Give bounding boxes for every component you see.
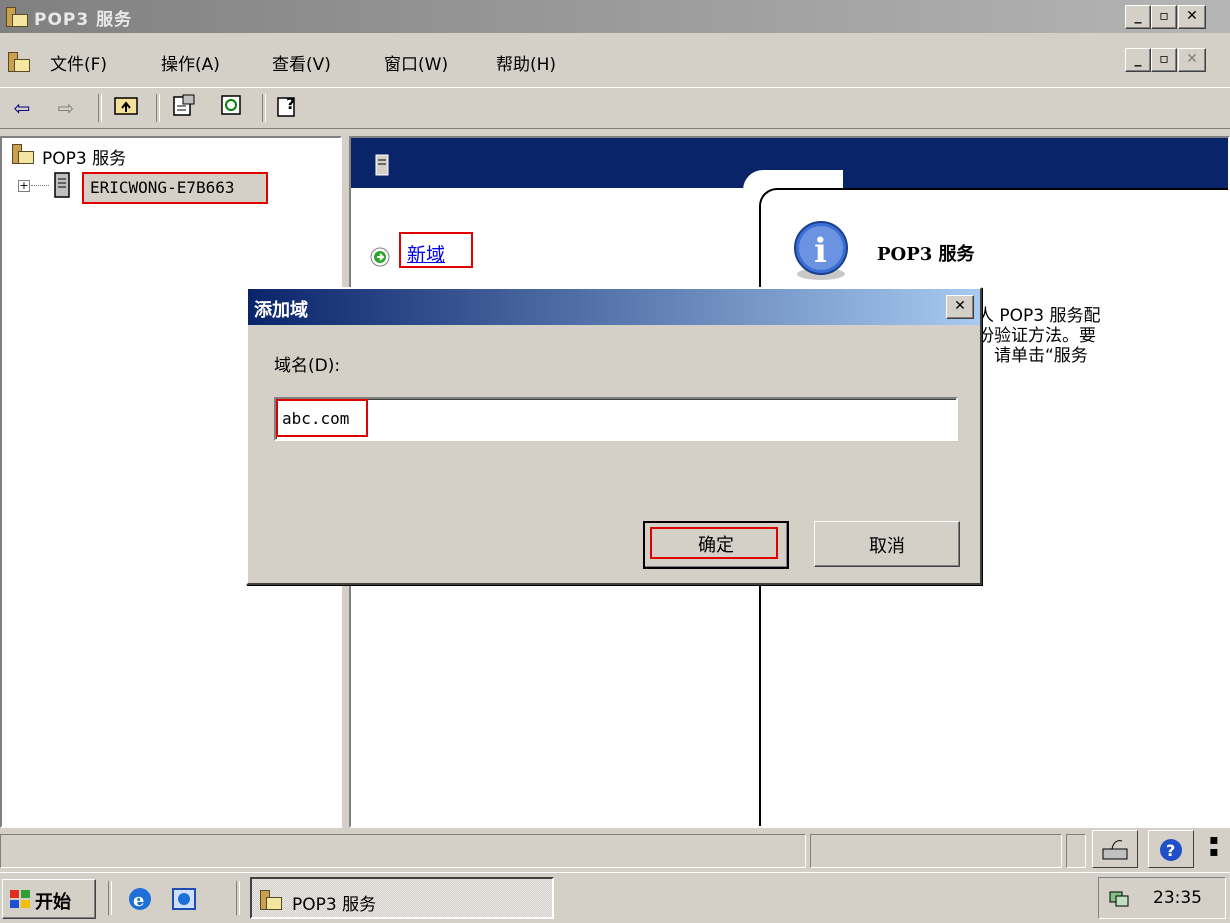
ie-icon[interactable]: e: [126, 885, 154, 913]
show-desktop-icon[interactable]: [170, 885, 198, 913]
cancel-button[interactable]: 取消: [814, 521, 960, 567]
menu-help[interactable]: 帮助(H): [496, 50, 556, 75]
taskbar-pop3-task[interactable]: POP3 服务: [250, 877, 554, 919]
status-panel-2: [810, 834, 1062, 868]
status-panel-1: [0, 834, 806, 868]
menu-bar: 文件(F) 操作(A) 查看(V) 窗口(W) 帮助(H) _ ▫ ✕: [0, 38, 1230, 82]
tray-options-icon[interactable]: ▪ ▪: [1202, 833, 1226, 868]
refresh-icon[interactable]: [217, 94, 245, 122]
svg-text:?: ?: [286, 94, 295, 113]
menu-window[interactable]: 窗口(W): [384, 50, 448, 75]
minimize-button[interactable]: _: [1125, 5, 1151, 29]
info-text: 人 POP3 服务配 份验证方法。要 ，请单击“服务: [977, 306, 1101, 366]
network-tray-icon[interactable]: [1107, 886, 1131, 910]
tree-root-label[interactable]: POP3 服务: [42, 144, 126, 169]
green-arrow-icon: [370, 247, 390, 267]
windows-logo-icon: [10, 890, 30, 908]
tray-keyboard-icon[interactable]: [1092, 830, 1138, 868]
tree-server-item[interactable]: ERICWONG-E7B663: [82, 172, 268, 204]
new-domain-link[interactable]: 新域: [407, 240, 445, 267]
server-icon: [54, 172, 70, 198]
maximize-button[interactable]: ▫: [1151, 5, 1177, 29]
dialog-title-bar[interactable]: 添加域 ✕: [248, 289, 980, 325]
pop3-app-icon: [6, 7, 28, 27]
forward-arrow-icon[interactable]: ⇨: [52, 94, 80, 122]
child-minimize-button[interactable]: _: [1125, 48, 1151, 72]
domain-name-label: 域名(D):: [274, 356, 341, 376]
domain-input-highlight: [276, 399, 368, 437]
status-bar: ? ▪ ▪: [0, 830, 1230, 870]
server-header-icon: [375, 154, 389, 176]
ok-button[interactable]: 确定: [643, 521, 789, 569]
info-icon: i: [794, 221, 848, 280]
up-folder-icon[interactable]: [112, 94, 140, 122]
info-title: POP3 服务: [877, 244, 975, 265]
dialog-title: 添加域: [254, 300, 308, 321]
dialog-close-button[interactable]: ✕: [946, 295, 974, 319]
taskbar: 开始 e POP3 服务 23:35: [0, 872, 1230, 923]
pop3-root-icon: [12, 144, 34, 164]
child-close-button[interactable]: ✕: [1178, 48, 1206, 72]
help-icon[interactable]: ?: [274, 94, 302, 122]
clock: 23:35: [1153, 888, 1202, 908]
svg-text:e: e: [133, 890, 144, 911]
window-title: POP3 服务: [34, 10, 133, 30]
menu-view[interactable]: 查看(V): [272, 50, 331, 75]
menu-action[interactable]: 操作(A): [161, 50, 220, 75]
status-panel-3: [1066, 834, 1086, 868]
mmc-doc-icon: [8, 52, 30, 72]
domain-name-input[interactable]: abc.com: [274, 397, 958, 441]
tree-expand-toggle[interactable]: +: [18, 180, 30, 192]
back-arrow-icon[interactable]: ⇦: [8, 94, 36, 122]
close-button[interactable]: ✕: [1178, 5, 1206, 29]
task-pop3-icon: [260, 890, 282, 910]
properties-icon[interactable]: [170, 94, 198, 122]
add-domain-dialog: 添加域 ✕ 域名(D): abc.com 确定 取消: [246, 287, 982, 585]
system-tray: 23:35: [1098, 877, 1226, 919]
child-restore-button[interactable]: ▫: [1151, 48, 1177, 72]
start-button[interactable]: 开始: [2, 879, 96, 919]
menu-file[interactable]: 文件(F): [50, 50, 107, 75]
svg-text:i: i: [814, 231, 827, 271]
toolbar: ⇦ ⇨ ?: [0, 87, 1230, 129]
svg-text:?: ?: [1166, 841, 1175, 860]
tray-help-icon[interactable]: ?: [1148, 830, 1194, 868]
window-title-bar[interactable]: POP3 服务 _ ▫ ✕: [0, 0, 1230, 33]
tree-server-label: ERICWONG-E7B663: [90, 178, 235, 197]
